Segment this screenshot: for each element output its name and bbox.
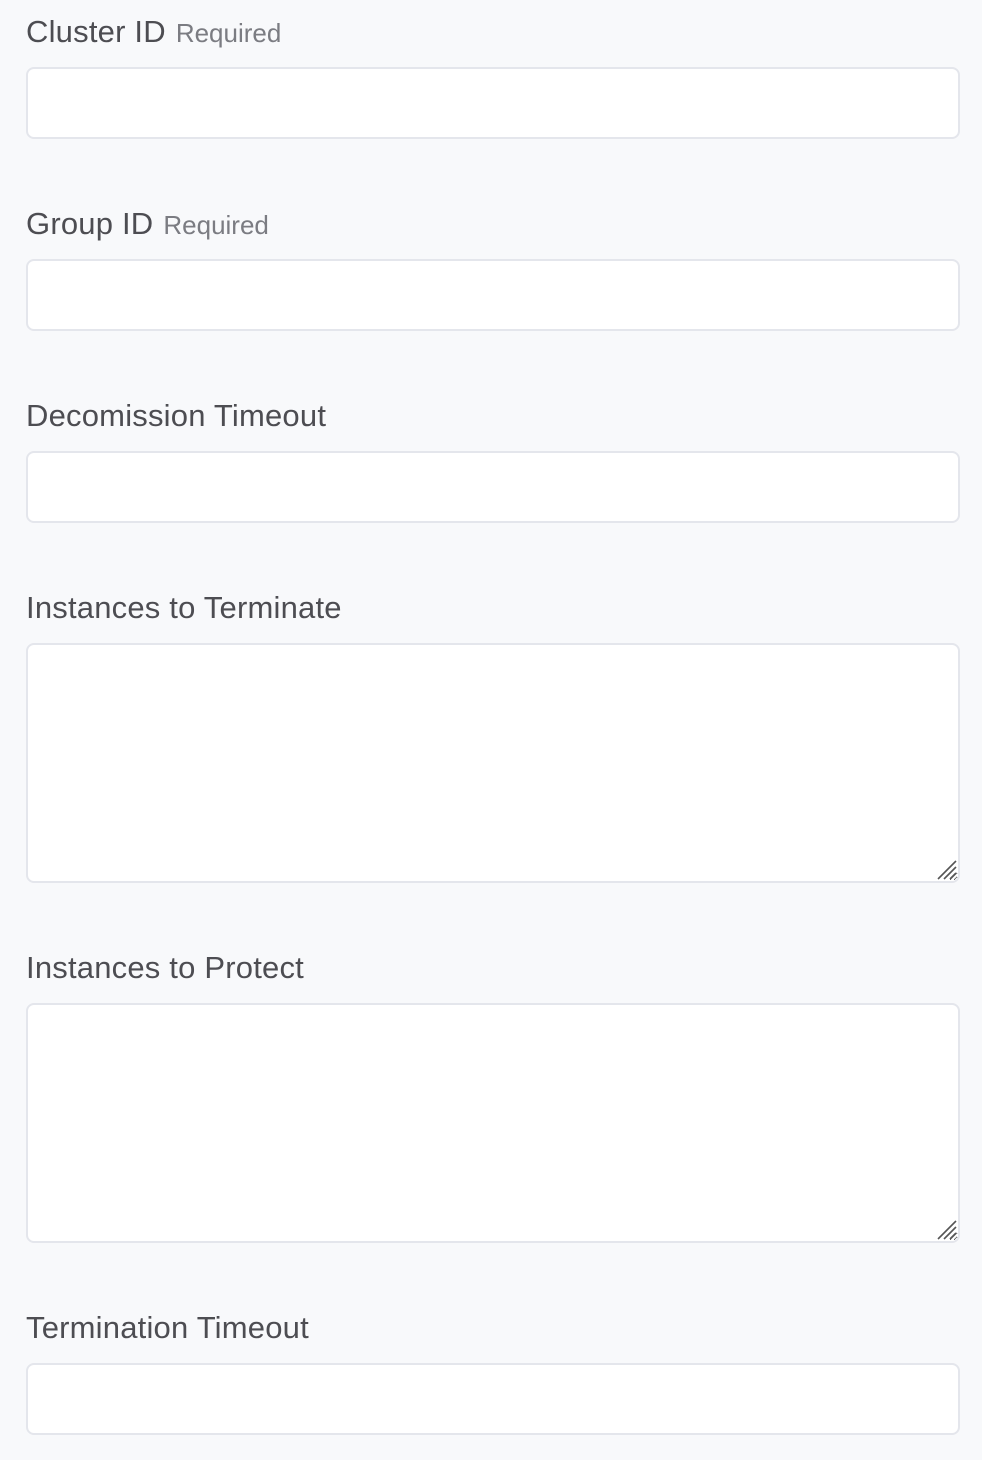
termination-timeout-label: Termination Timeout: [26, 1310, 309, 1345]
group-id-label: Group ID: [26, 206, 154, 241]
instances-to-protect-textarea[interactable]: [26, 1003, 960, 1243]
instances-to-terminate-label: Instances to Terminate: [26, 590, 342, 625]
group-id-input[interactable]: [26, 259, 960, 331]
termination-timeout-label-row: Termination Timeout: [26, 1310, 960, 1346]
instances-to-terminate-label-row: Instances to Terminate: [26, 590, 960, 626]
instances-to-protect-label: Instances to Protect: [26, 950, 304, 985]
decomission-timeout-label-row: Decomission Timeout: [26, 398, 960, 434]
instances-to-terminate-textarea[interactable]: [26, 643, 960, 883]
termination-timeout-field: Termination Timeout: [26, 1310, 960, 1435]
decomission-timeout-label: Decomission Timeout: [26, 398, 327, 433]
group-id-field: Group ID Required: [26, 206, 960, 331]
required-indicator: Required: [175, 18, 282, 48]
decomission-timeout-field: Decomission Timeout: [26, 398, 960, 523]
group-id-label-row: Group ID Required: [26, 206, 960, 242]
cluster-id-label-row: Cluster ID Required: [26, 14, 960, 50]
decomission-timeout-input[interactable]: [26, 451, 960, 523]
instances-to-protect-label-row: Instances to Protect: [26, 950, 960, 986]
cluster-id-field: Cluster ID Required: [26, 14, 960, 139]
instances-to-terminate-field: Instances to Terminate: [26, 590, 960, 883]
required-indicator: Required: [163, 210, 269, 240]
instances-to-protect-field: Instances to Protect: [26, 950, 960, 1243]
termination-timeout-input[interactable]: [26, 1363, 960, 1435]
cluster-id-label: Cluster ID: [26, 14, 166, 49]
cluster-id-input[interactable]: [26, 67, 960, 139]
